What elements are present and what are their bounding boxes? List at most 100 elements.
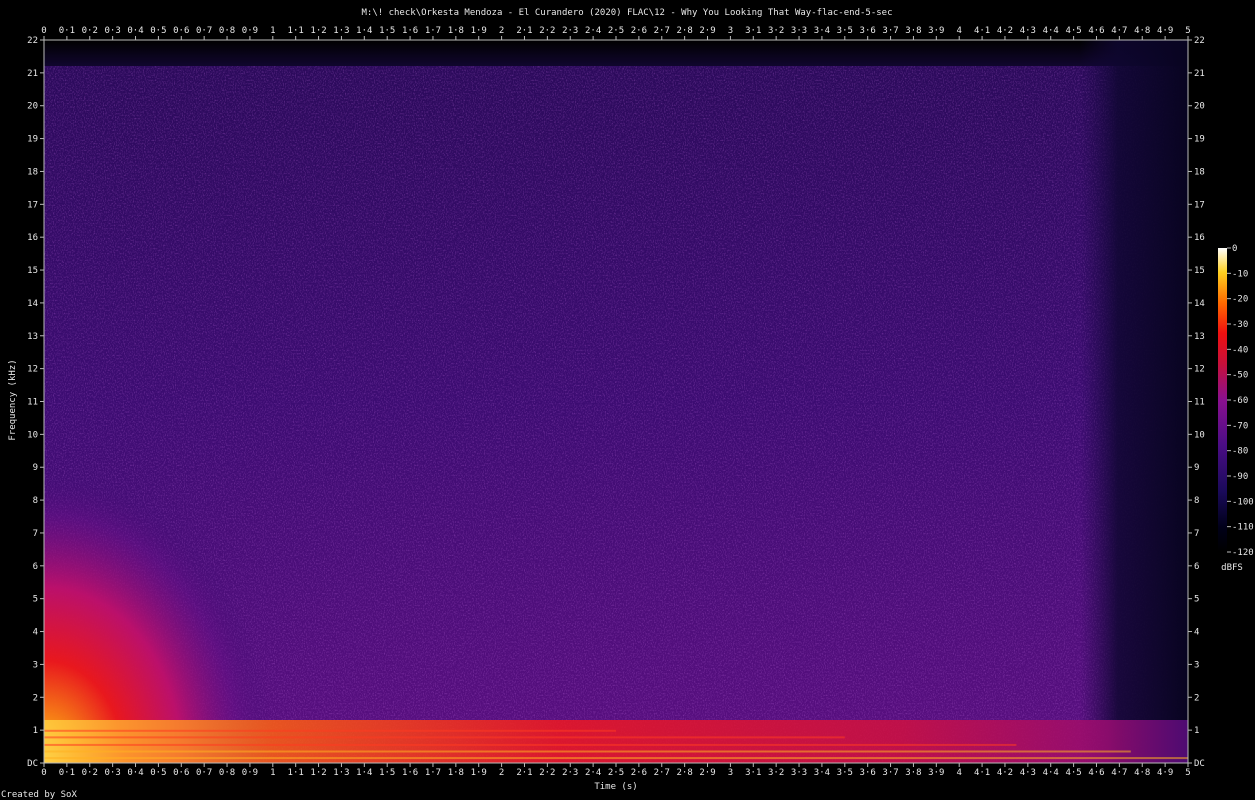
- x-tick-label: 1·5: [379, 26, 395, 36]
- x-tick-label: 0·8: [219, 768, 235, 778]
- x-tick-label: 3·3: [791, 26, 807, 36]
- y-tick-label: 20: [1194, 102, 1205, 112]
- x-tick-label: 2·3: [562, 26, 578, 36]
- x-tick-label: 3·5: [837, 768, 853, 778]
- x-tick-label: 2·6: [631, 768, 647, 778]
- colorbar-tick-label: -60: [1232, 396, 1248, 406]
- colorbar-tick-label: -10: [1232, 269, 1248, 279]
- x-tick-label: 1·4: [356, 26, 372, 36]
- x-tick-label: 1·4: [356, 768, 372, 778]
- x-tick-label: 1·3: [333, 26, 349, 36]
- x-tick-label: 0·2: [82, 26, 98, 36]
- y-tick-label: 13: [1194, 332, 1205, 342]
- x-tick-label: 3·5: [837, 26, 853, 36]
- x-tick-label: 2·4: [585, 768, 601, 778]
- x-tick-label: 1: [270, 26, 275, 36]
- x-tick-label: 5: [1185, 26, 1190, 36]
- colorbar-tick-label: -90: [1232, 472, 1248, 482]
- y-tick-label: 14: [27, 299, 38, 309]
- x-tick-label: 0·6: [173, 26, 189, 36]
- y-tick-label: 7: [33, 529, 38, 539]
- x-tick-label: 3·7: [882, 26, 898, 36]
- colorbar-tick-label: -50: [1232, 371, 1248, 381]
- y-tick-label: 18: [27, 167, 38, 177]
- y-tick-label: 1: [1194, 726, 1199, 736]
- colorbar-gradient: [1218, 248, 1227, 552]
- x-tick-label: 1·7: [425, 768, 441, 778]
- x-tick-label: 3·6: [860, 26, 876, 36]
- x-tick-label: 2·3: [562, 768, 578, 778]
- x-tick-label: 2·8: [677, 26, 693, 36]
- x-tick-label: 5: [1185, 768, 1190, 778]
- y-tick-label: DC: [1194, 759, 1205, 769]
- x-tick-label: 4·8: [1134, 26, 1150, 36]
- x-tick-label: 4·9: [1157, 26, 1173, 36]
- x-tick-label: 1·1: [288, 26, 304, 36]
- y-tick-label: 22: [1194, 36, 1205, 46]
- x-tick-label: 4·8: [1134, 768, 1150, 778]
- y-tick-label: 5: [1194, 595, 1199, 605]
- x-tick-label: 1·3: [333, 768, 349, 778]
- x-tick-label: 0·3: [105, 768, 121, 778]
- x-tick-label: 0·7: [196, 768, 212, 778]
- y-tick-label: 13: [27, 332, 38, 342]
- x-tick-label: 4·1: [974, 26, 990, 36]
- x-tick-label: 2·2: [539, 26, 555, 36]
- x-tick-label: 3·8: [905, 768, 921, 778]
- x-tick-label: 3·7: [882, 768, 898, 778]
- x-tick-label: 3·9: [928, 26, 944, 36]
- x-tick-label: 4·2: [997, 768, 1013, 778]
- x-tick-label: 1·9: [471, 26, 487, 36]
- x-tick-label: 4·3: [1020, 26, 1036, 36]
- x-tick-label: 4·4: [1043, 26, 1059, 36]
- y-tick-label: 15: [27, 266, 38, 276]
- x-tick-label: 0·4: [127, 26, 143, 36]
- x-tick-label: 4·9: [1157, 768, 1173, 778]
- y-tick-label: 8: [33, 496, 38, 506]
- y-tick-label: 9: [33, 463, 38, 473]
- chart-title: M:\! check\Orkesta Mendoza - El Curander…: [361, 8, 892, 18]
- x-tick-label: 3·1: [745, 768, 761, 778]
- x-tick-label: 2·5: [608, 26, 624, 36]
- x-tick-label: 2·8: [677, 768, 693, 778]
- x-tick-label: 4·7: [1111, 768, 1127, 778]
- y-tick-label: DC: [27, 759, 38, 769]
- x-tick-label: 0·9: [242, 26, 258, 36]
- spectrogram-chart: M:\! check\Orkesta Mendoza - El Curander…: [1, 8, 1254, 800]
- x-tick-label: 1·2: [310, 26, 326, 36]
- y-tick-label: 16: [27, 233, 38, 243]
- x-tick-label: 0·5: [150, 768, 166, 778]
- y-tick-label: 3: [33, 660, 38, 670]
- x-tick-label: 4·3: [1020, 768, 1036, 778]
- harmonic-streak: [44, 757, 1188, 760]
- y-axis-right: DC12345678910111213141516171819202122: [1188, 36, 1205, 769]
- y-tick-label: 17: [1194, 200, 1205, 210]
- y-tick-label: 16: [1194, 233, 1205, 243]
- x-tick-label: 3·2: [768, 768, 784, 778]
- x-axis-bottom: 0 0·1 0·2 0·3 0·4 0·5 0·6 0·7 0·8 0·9 1 1·1 1·2 1·3 1·…: [41, 763, 1191, 778]
- y-tick-label: 6: [33, 562, 38, 572]
- y-tick-label: 12: [1194, 365, 1205, 375]
- x-tick-label: 0: [41, 768, 46, 778]
- x-tick-label: 0·1: [59, 768, 75, 778]
- y-tick-label: 22: [27, 36, 38, 46]
- colorbar-tick-label: -120: [1232, 548, 1254, 558]
- y-tick-label: 21: [1194, 69, 1205, 79]
- x-tick-label: 0: [41, 26, 46, 36]
- x-tick-label: 1·2: [310, 768, 326, 778]
- y-tick-label: 19: [1194, 135, 1205, 145]
- colorbar-tick-label: -20: [1232, 295, 1248, 305]
- x-tick-label: 4·6: [1088, 26, 1104, 36]
- y-tick-label: 9: [1194, 463, 1199, 473]
- y-tick-label: 2: [33, 693, 38, 703]
- plot-area: [43, 39, 1189, 764]
- x-tick-label: 4: [956, 768, 961, 778]
- x-axis-label: Time (s): [594, 782, 637, 792]
- x-tick-label: 2·2: [539, 768, 555, 778]
- colorbar-tick-label: -100: [1232, 497, 1254, 507]
- colorbar-tick-label: -80: [1232, 447, 1248, 457]
- x-tick-label: 2·7: [654, 768, 670, 778]
- y-tick-label: 4: [1194, 628, 1199, 638]
- x-tick-label: 1: [270, 768, 275, 778]
- x-tick-label: 0·2: [82, 768, 98, 778]
